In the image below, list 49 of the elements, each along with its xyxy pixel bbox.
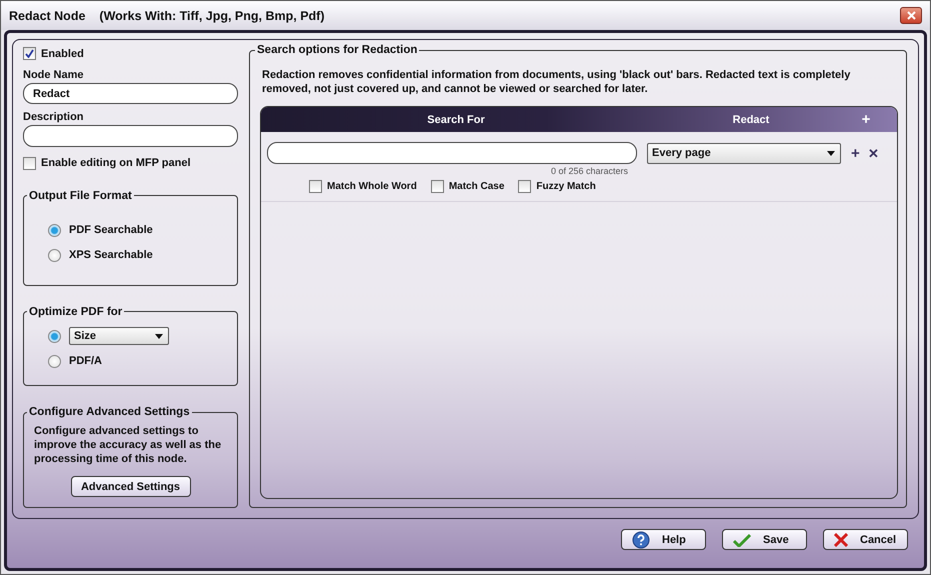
- close-button[interactable]: [900, 7, 922, 24]
- radio-button[interactable]: [48, 224, 61, 237]
- redaction-intro: Redaction removes confidential information from documents, using 'black out' bars. Redacted text is completely removed, not just covered up, and cannot be viewed or searched for later.: [262, 68, 852, 96]
- remove-button[interactable]: ✕: [868, 146, 879, 160]
- checkbox-label: Enable editing on MFP panel: [41, 157, 191, 170]
- help-icon: [632, 530, 650, 548]
- window-title: Redact Node: [9, 8, 86, 22]
- search-text-field[interactable]: [267, 142, 637, 164]
- radio-button[interactable]: [48, 248, 61, 262]
- cross-icon: [834, 532, 848, 546]
- mfp-checkbox[interactable]: [23, 156, 36, 170]
- advanced-description: Configure advanced settings to improve the accuracy as well as the processing time of this node.: [34, 424, 222, 466]
- group-title: Configure Advanced Settings: [28, 406, 191, 418]
- radio-button[interactable]: [48, 330, 61, 343]
- checkbox-label: Match Case: [448, 181, 504, 192]
- redact-dropdown[interactable]: Every page: [647, 142, 841, 164]
- description-field[interactable]: [23, 125, 238, 147]
- add-row-button[interactable]: +: [851, 111, 881, 128]
- column-header: Redact: [732, 114, 770, 126]
- node-name-field[interactable]: Redact: [23, 83, 238, 104]
- column-header: Search For: [426, 114, 486, 126]
- checkbox-label: Match Whole Word: [327, 181, 417, 192]
- radio-label: XPS Searchable: [69, 249, 153, 262]
- group-title: Output File Format: [28, 190, 133, 202]
- checkmark-icon: [733, 532, 751, 546]
- radio-label: PDF Searchable: [69, 224, 153, 236]
- enabled-checkbox[interactable]: [23, 47, 36, 60]
- character-counter: 0 of 256 characters: [551, 166, 628, 176]
- close-icon: [906, 11, 916, 20]
- add-button[interactable]: +: [851, 144, 860, 162]
- advanced-settings-button[interactable]: Advanced Settings: [70, 476, 190, 497]
- radio-label: PDF/A: [69, 355, 102, 368]
- checkbox-label: Fuzzy Match: [536, 181, 596, 192]
- field-label: Description: [23, 111, 85, 124]
- group-title: Optimize PDF for: [28, 306, 124, 318]
- group-title: Search options for Redaction: [256, 44, 418, 56]
- caret-icon: [155, 334, 163, 339]
- option-checkbox[interactable]: [518, 180, 532, 193]
- window-subtitle: (Works With: Tiff, Jpg, Png, Bmp, Pdf): [99, 8, 325, 22]
- option-checkbox[interactable]: [309, 180, 322, 193]
- radio-button[interactable]: [48, 354, 61, 368]
- option-checkbox[interactable]: [430, 180, 444, 193]
- help-button[interactable]: Help: [621, 529, 706, 550]
- cancel-button[interactable]: Cancel: [823, 529, 908, 550]
- save-button[interactable]: Save: [722, 529, 807, 550]
- caret-icon: [827, 150, 835, 156]
- size-dropdown[interactable]: Size: [69, 327, 169, 346]
- checkbox-label: Enabled: [41, 48, 84, 60]
- field-label: Node Name: [23, 69, 85, 81]
